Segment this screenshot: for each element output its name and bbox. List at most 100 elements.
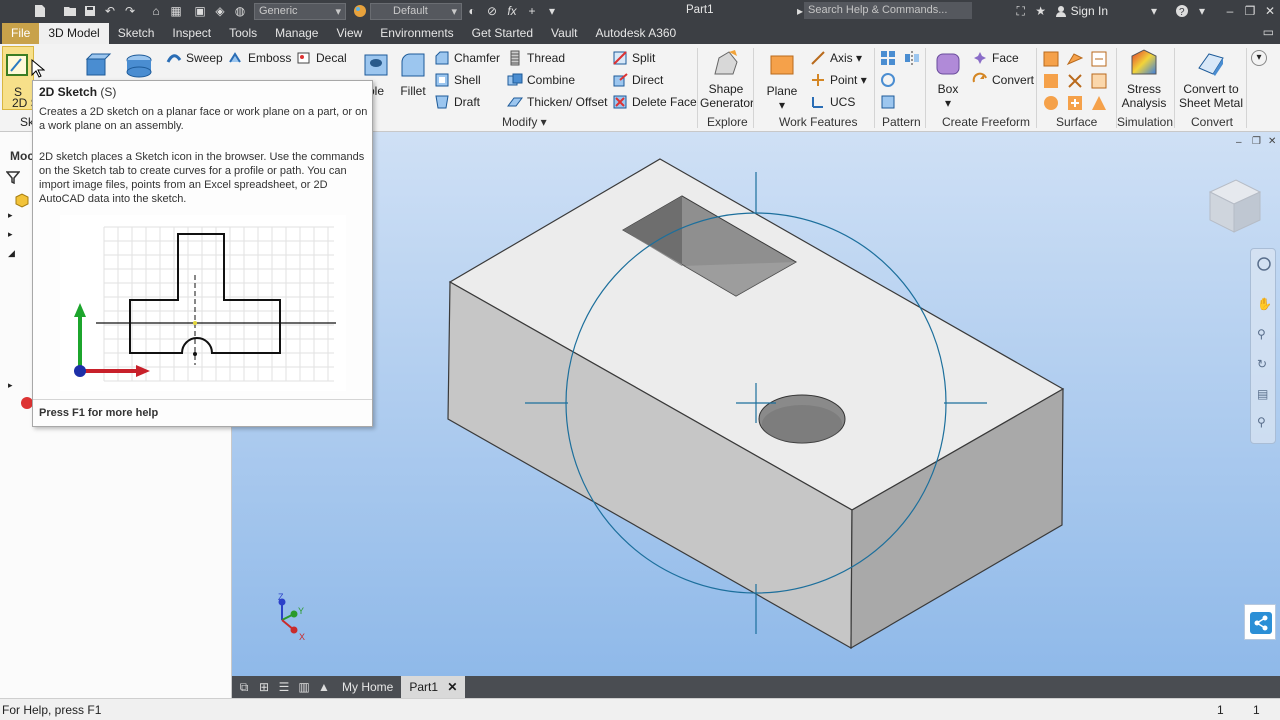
- patch-icon[interactable]: [1090, 50, 1108, 68]
- restore-icon[interactable]: ❐: [1240, 2, 1260, 20]
- tab-manage[interactable]: Manage: [266, 23, 327, 44]
- revolve-button[interactable]: [124, 50, 154, 84]
- ribbon-expand-icon[interactable]: ▾: [1251, 50, 1267, 66]
- rectangular-pattern-icon[interactable]: [880, 50, 896, 66]
- expand-icon[interactable]: ▸: [8, 380, 13, 391]
- tab-part1[interactable]: Part1 ✕: [401, 676, 466, 698]
- ucs-button[interactable]: UCS: [810, 94, 855, 110]
- stitch-icon[interactable]: [1066, 50, 1084, 68]
- thicken-offset-button[interactable]: Thicken/ Offset: [507, 94, 607, 110]
- material-combo[interactable]: Generic ▾: [254, 2, 346, 20]
- thread-button[interactable]: Thread: [507, 50, 565, 66]
- open-folder-icon[interactable]: [60, 2, 80, 20]
- sign-in-link[interactable]: Sign In: [1071, 4, 1108, 18]
- tab-environments[interactable]: Environments: [371, 23, 462, 44]
- update-icon[interactable]: ▦: [166, 2, 186, 20]
- add-icon[interactable]: +: [522, 2, 542, 20]
- part-model[interactable]: [232, 132, 1280, 676]
- chamfer-button[interactable]: Chamfer: [434, 50, 500, 66]
- face-button[interactable]: Face: [972, 50, 1019, 66]
- sketch-driven-pattern-icon[interactable]: [880, 94, 896, 110]
- tile-horizontal-icon[interactable]: ☰: [274, 678, 294, 696]
- star-icon[interactable]: ★: [1031, 2, 1051, 20]
- tab-autodesk-a360[interactable]: Autodesk A360: [587, 23, 686, 44]
- modify-panel-label[interactable]: Modify ▾: [502, 115, 547, 129]
- tab-file[interactable]: File: [2, 23, 40, 44]
- steering-wheel-icon[interactable]: [1257, 257, 1271, 274]
- user-icon[interactable]: [1051, 2, 1071, 20]
- viewport-close-icon[interactable]: ✕: [1268, 136, 1276, 147]
- sculpt-icon[interactable]: [1042, 72, 1060, 90]
- save-icon[interactable]: [80, 2, 100, 20]
- pan-icon[interactable]: ✋: [1257, 297, 1272, 311]
- fit-mesh-face-icon[interactable]: [1090, 94, 1108, 112]
- appearance-combo[interactable]: Default ▾: [370, 2, 462, 20]
- help-search-input[interactable]: Search Help & Commands...: [804, 2, 972, 19]
- viewport-restore-icon[interactable]: ❐: [1252, 136, 1261, 147]
- tile-windows-icon[interactable]: ⊞: [254, 678, 274, 696]
- tab-inspect[interactable]: Inspect: [163, 23, 220, 44]
- fx-parameters-icon[interactable]: fx: [502, 2, 522, 20]
- replace-face-icon[interactable]: [1042, 94, 1060, 112]
- look-at-icon[interactable]: ▤: [1257, 387, 1268, 401]
- chevron-down-icon[interactable]: ▾: [1144, 2, 1164, 20]
- undo-icon[interactable]: ↶: [100, 2, 120, 20]
- collapse-icon[interactable]: ◢: [8, 248, 15, 259]
- convert-to-sheet-metal-button[interactable]: Convert to Sheet Metal: [1178, 48, 1244, 110]
- expand-icon[interactable]: ▸: [8, 229, 13, 240]
- viewport-minimize-icon[interactable]: –: [1236, 137, 1242, 148]
- orbit-icon[interactable]: ↻: [1257, 357, 1267, 371]
- split-button[interactable]: Split: [612, 50, 655, 66]
- tab-vault[interactable]: Vault: [542, 23, 586, 44]
- convert-freeform-button[interactable]: Convert: [972, 72, 1034, 88]
- view-cube[interactable]: [1200, 170, 1270, 240]
- thicken-surface-icon[interactable]: [1042, 50, 1060, 68]
- zoom-window-icon[interactable]: ⚲: [1257, 415, 1266, 429]
- tile-vertical-icon[interactable]: ▥: [294, 678, 314, 696]
- point-button[interactable]: Point ▾: [810, 72, 867, 88]
- share-button[interactable]: [1244, 604, 1276, 640]
- trim-icon[interactable]: [1066, 72, 1084, 90]
- fillet-button[interactable]: Fillet: [398, 50, 428, 98]
- chevron-down-icon[interactable]: ▾: [1192, 2, 1212, 20]
- extend-icon[interactable]: [1090, 72, 1108, 90]
- cascade-windows-icon[interactable]: ⧉: [234, 678, 254, 696]
- clear-override-icon[interactable]: ⊘: [482, 2, 502, 20]
- box-button[interactable]: Box ▾: [930, 48, 966, 110]
- redo-icon[interactable]: ↷: [120, 2, 140, 20]
- tab-tools[interactable]: Tools: [220, 23, 266, 44]
- delete-face-button[interactable]: Delete Face: [612, 94, 697, 110]
- adjust-icon[interactable]: ◐: [462, 2, 482, 20]
- close-icon[interactable]: ✕: [1260, 2, 1280, 20]
- expand-icon[interactable]: ▸: [8, 210, 13, 221]
- tab-3d-model[interactable]: 3D Model: [39, 23, 109, 44]
- circular-pattern-icon[interactable]: [880, 72, 896, 88]
- chevron-down-icon[interactable]: ▾: [542, 2, 562, 20]
- arrange-up-icon[interactable]: ▲: [314, 678, 334, 696]
- graphics-viewport[interactable]: – ❐ ✕ ✋ ⚲ ↻ ▤ ⚲ Z Y X: [232, 132, 1280, 676]
- shape-generator-button[interactable]: Shape Generator: [700, 48, 754, 110]
- tab-my-home[interactable]: My Home: [334, 676, 401, 698]
- extrude-button[interactable]: [82, 50, 112, 84]
- home-icon[interactable]: ⌂: [146, 2, 166, 20]
- tab-sketch[interactable]: Sketch: [109, 23, 164, 44]
- tab-view[interactable]: View: [327, 23, 371, 44]
- plane-button[interactable]: Plane ▾: [762, 50, 802, 112]
- color-wheel-icon[interactable]: ◍: [230, 2, 250, 20]
- select-filter-icon[interactable]: ▣: [190, 2, 210, 20]
- combine-button[interactable]: Combine: [507, 72, 575, 88]
- direct-button[interactable]: Direct: [612, 72, 663, 88]
- decal-button[interactable]: Decal: [296, 50, 347, 66]
- sweep-button[interactable]: Sweep: [166, 50, 223, 66]
- minimize-icon[interactable]: –: [1220, 2, 1240, 20]
- draft-button[interactable]: Draft: [434, 94, 480, 110]
- close-icon[interactable]: ✕: [447, 680, 457, 694]
- ribbon-options-icon[interactable]: ▭: [1263, 25, 1274, 39]
- repair-bodies-icon[interactable]: [1066, 94, 1084, 112]
- mirror-icon[interactable]: [904, 50, 920, 66]
- filter-icon[interactable]: [5, 170, 21, 187]
- emboss-button[interactable]: Emboss: [228, 50, 291, 66]
- zoom-icon[interactable]: ⚲: [1257, 327, 1266, 341]
- axis-button[interactable]: Axis ▾: [810, 50, 862, 66]
- new-file-icon[interactable]: [30, 2, 50, 20]
